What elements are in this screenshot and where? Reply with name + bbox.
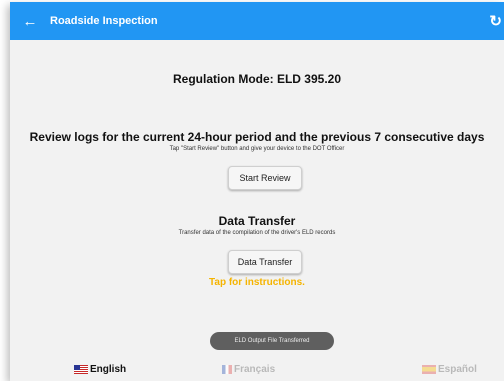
toast-message: ELD Output File Transferred	[210, 332, 334, 350]
review-subtext: Tap "Start Review" button and give your …	[169, 146, 345, 152]
language-label: Français	[234, 364, 276, 375]
es-flag-icon	[422, 365, 436, 374]
main-content: Regulation Mode: ELD 395.20 Review logs …	[10, 40, 504, 381]
arrow-left-icon[interactable]: ←	[10, 13, 50, 30]
refresh-icon[interactable]: ↻	[489, 12, 502, 30]
review-heading: Review logs for the current 24-hour peri…	[29, 130, 485, 144]
language-label: Español	[438, 364, 477, 375]
data-transfer-subtext: Transfer data of the compilation of the …	[178, 230, 336, 236]
fr-flag-icon	[222, 365, 232, 374]
data-transfer-heading: Data Transfer	[218, 214, 296, 228]
language-label: English	[90, 364, 127, 375]
app-bar: ← Roadside Inspection ↻	[10, 2, 504, 40]
language-english[interactable]: English	[74, 364, 126, 375]
tap-for-instructions-link[interactable]: Tap for instructions.	[10, 277, 504, 288]
regulation-mode-label: Regulation Mode: ELD 395.20	[172, 72, 342, 86]
language-french[interactable]: Français	[222, 364, 275, 375]
us-flag-icon	[74, 365, 88, 374]
language-spanish[interactable]: Español	[422, 364, 477, 375]
data-transfer-button[interactable]: Data Transfer	[228, 250, 302, 274]
page-title: Roadside Inspection	[50, 15, 158, 27]
app-window: ← Roadside Inspection ↻ Regulation Mode:…	[10, 2, 504, 381]
start-review-button[interactable]: Start Review	[228, 166, 302, 190]
language-selector: English Français Español	[10, 362, 504, 380]
